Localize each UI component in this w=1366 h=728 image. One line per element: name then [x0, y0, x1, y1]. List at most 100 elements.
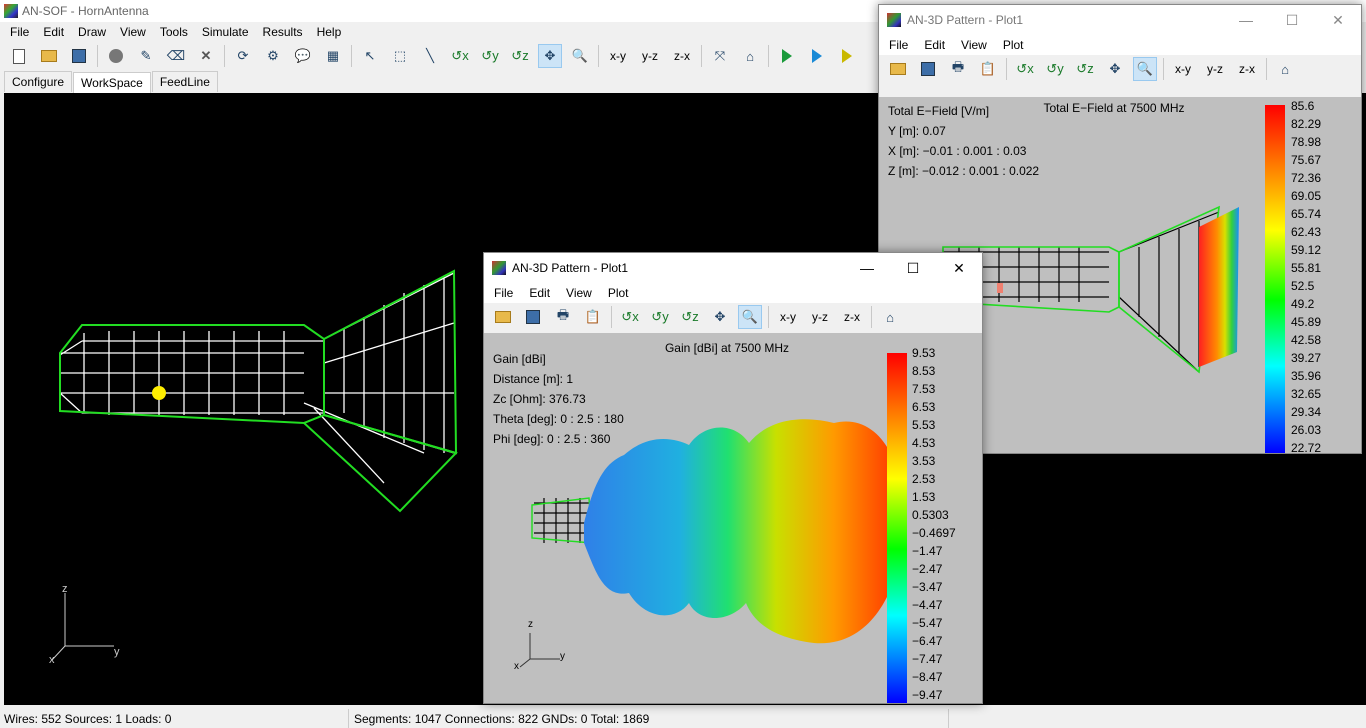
rotate-y-button[interactable]: ↺y — [478, 44, 502, 68]
view-xy-button[interactable]: x-y — [605, 44, 631, 68]
select-button[interactable]: ↖ — [358, 44, 382, 68]
menu-edit[interactable]: Edit — [43, 25, 64, 39]
view-yz-button[interactable]: y-z — [1202, 57, 1228, 81]
view-zx-button[interactable]: z-x — [839, 305, 865, 329]
view-xy-button[interactable]: x-y — [1170, 57, 1196, 81]
minimize-button[interactable]: — — [844, 253, 890, 283]
gain-window-title-bar[interactable]: AN-3D Pattern - Plot1 — ☐ ✕ — [484, 253, 982, 283]
source-marker[interactable] — [152, 386, 166, 400]
view-zx-button[interactable]: z-x — [669, 44, 695, 68]
pan-button[interactable]: ✥ — [538, 44, 562, 68]
rotate-x-button[interactable]: ↺x — [448, 44, 472, 68]
print-button[interactable]: 🖶 — [551, 305, 575, 329]
fit-button[interactable]: ⤧ — [708, 44, 732, 68]
home-button[interactable]: ⌂ — [878, 305, 902, 329]
menu-edit[interactable]: Edit — [924, 38, 945, 52]
menu-view[interactable]: View — [961, 38, 987, 52]
menu-file[interactable]: File — [889, 38, 908, 52]
rotate-z-button[interactable]: ↺z — [508, 44, 532, 68]
rotate-y-button[interactable]: ↺y — [1043, 57, 1067, 81]
gain-plot-area[interactable]: Gain [dBi] at 7500 MHz Gain [dBi] Distan… — [484, 333, 982, 703]
tab-feedline[interactable]: FeedLine — [151, 71, 218, 92]
menu-view[interactable]: View — [120, 25, 146, 39]
toolbar-separator — [351, 45, 352, 67]
clipboard-button[interactable]: 📋 — [581, 305, 605, 329]
zoom-button[interactable]: 🔍 — [1133, 57, 1157, 81]
menu-results[interactable]: Results — [263, 25, 303, 39]
settings-button[interactable]: ⚙ — [261, 44, 285, 68]
main-menu-bar: File Edit Draw View Tools Simulate Resul… — [0, 22, 349, 42]
maximize-button[interactable]: ☐ — [890, 253, 936, 283]
view-zx-button[interactable]: z-x — [1234, 57, 1260, 81]
rotate-x-button[interactable]: ↺x — [618, 305, 642, 329]
menu-help[interactable]: Help — [317, 25, 342, 39]
zoom-button[interactable]: 🔍 — [568, 44, 592, 68]
run-current-button[interactable] — [805, 44, 829, 68]
maximize-button[interactable]: ☐ — [1269, 5, 1315, 35]
rectangle-icon: ⬚ — [393, 48, 407, 63]
gear-icon: ⚙ — [267, 48, 279, 63]
menu-simulate[interactable]: Simulate — [202, 25, 249, 39]
tab-workspace[interactable]: WorkSpace — [73, 72, 151, 93]
gain-colorbar-ticks: 9.53 8.53 7.53 6.53 5.53 4.53 3.53 2.53 … — [912, 344, 956, 703]
menu-draw[interactable]: Draw — [78, 25, 106, 39]
gain-plot-window[interactable]: AN-3D Pattern - Plot1 — ☐ ✕ File Edit Vi… — [483, 252, 983, 704]
colorbar-tick: 69.05 — [1291, 189, 1322, 203]
save-button[interactable] — [916, 57, 940, 81]
pencil-button[interactable]: ✎ — [134, 44, 158, 68]
home-button[interactable]: ⌂ — [1273, 57, 1297, 81]
efield-window-title-bar[interactable]: AN-3D Pattern - Plot1 — ☐ ✕ — [879, 5, 1361, 35]
rotate-y-button[interactable]: ↺y — [648, 305, 672, 329]
save-button[interactable] — [521, 305, 545, 329]
menu-file[interactable]: File — [10, 25, 29, 39]
gain-axis-triad — [519, 633, 560, 668]
rotate-z-button[interactable]: ↺z — [678, 305, 702, 329]
menu-edit[interactable]: Edit — [529, 286, 550, 300]
menu-tools[interactable]: Tools — [160, 25, 188, 39]
pan-button[interactable]: ✥ — [1103, 57, 1127, 81]
close-button[interactable]: ✕ — [936, 253, 982, 283]
delete-button[interactable]: ✕ — [194, 44, 218, 68]
open-button[interactable] — [886, 57, 910, 81]
close-icon: ✕ — [1332, 11, 1344, 28]
new-file-button[interactable] — [7, 44, 31, 68]
menu-file[interactable]: File — [494, 286, 513, 300]
save-button[interactable] — [67, 44, 91, 68]
menu-plot[interactable]: Plot — [1003, 38, 1024, 52]
pan-button[interactable]: ✥ — [708, 305, 732, 329]
move-icon: ✥ — [714, 309, 726, 324]
box-select-button[interactable]: ⬚ — [388, 44, 412, 68]
menu-plot[interactable]: Plot — [608, 286, 629, 300]
pencil-icon: ✎ — [140, 48, 152, 63]
rotate-z-button[interactable]: ↺z — [1073, 57, 1097, 81]
efield-sample-plane — [1199, 207, 1239, 367]
print-button[interactable]: 🖶 — [946, 57, 970, 81]
minimize-button[interactable]: — — [1223, 5, 1269, 35]
colorbar-tick: 2.53 — [912, 472, 936, 486]
open-button[interactable] — [491, 305, 515, 329]
close-button[interactable]: ✕ — [1315, 5, 1361, 35]
rotate-x-button[interactable]: ↺x — [1013, 57, 1037, 81]
run-button[interactable] — [775, 44, 799, 68]
tab-configure[interactable]: Configure — [4, 71, 73, 92]
view-yz-button[interactable]: y-z — [807, 305, 833, 329]
record-button[interactable] — [104, 44, 128, 68]
line-button[interactable]: ╲ — [418, 44, 442, 68]
clipboard-button[interactable]: 📋 — [976, 57, 1000, 81]
toolbar-separator — [224, 45, 225, 67]
open-file-button[interactable] — [37, 44, 61, 68]
refresh-button[interactable]: ⟳ — [231, 44, 255, 68]
run-far-field-button[interactable] — [835, 44, 859, 68]
calculator-button[interactable]: ▦ — [321, 44, 345, 68]
view-yz-button[interactable]: y-z — [637, 44, 663, 68]
new-document-icon — [13, 48, 25, 64]
magnifier-icon: 🔍 — [741, 309, 759, 324]
eraser-button[interactable]: ⌫ — [164, 44, 188, 68]
colorbar-tick: −8.47 — [912, 670, 943, 684]
comment-button[interactable]: 💬 — [291, 44, 315, 68]
colorbar-tick: 3.53 — [912, 454, 936, 468]
view-xy-button[interactable]: x-y — [775, 305, 801, 329]
menu-view[interactable]: View — [566, 286, 592, 300]
zoom-button[interactable]: 🔍 — [738, 305, 762, 329]
home-button[interactable]: ⌂ — [738, 44, 762, 68]
